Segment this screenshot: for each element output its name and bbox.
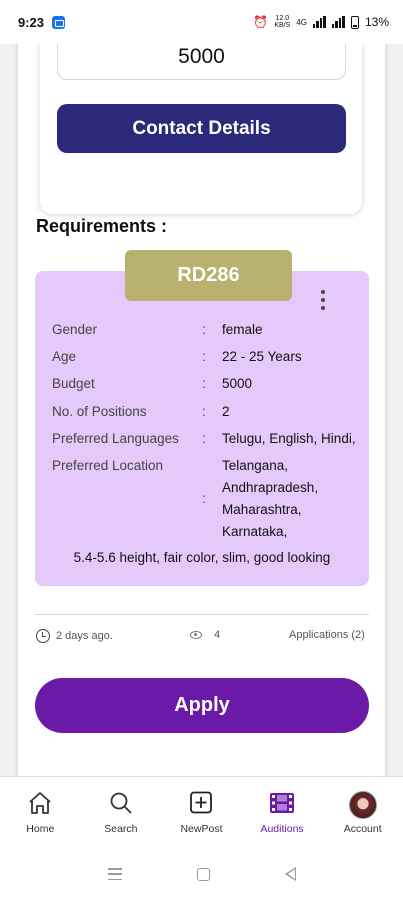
clock-icon xyxy=(36,629,50,643)
nav-search[interactable]: Search xyxy=(81,777,162,848)
requirement-key: Gender xyxy=(52,322,98,337)
home-button-icon[interactable] xyxy=(196,867,210,881)
requirement-value: Telugu, English, Hindi, xyxy=(222,431,356,446)
location-line: Karnataka, xyxy=(222,524,288,539)
applications-count[interactable]: Applications (2) xyxy=(289,629,365,641)
search-icon xyxy=(110,792,132,814)
nav-account[interactable]: Account xyxy=(322,777,403,848)
requirement-value: 5000 xyxy=(222,376,253,391)
requirement-key: Preferred Location xyxy=(52,458,164,473)
bottom-nav: Home Search NewPost Auditions Account xyxy=(0,776,403,848)
status-bar: 9:23 ⏰ 12.0 KB/S 4G 13% xyxy=(0,0,403,44)
app-notification-icon xyxy=(52,15,66,29)
location-line: Telangana, xyxy=(222,458,289,473)
nav-label: Auditions xyxy=(260,823,304,835)
budget-display: 5000 xyxy=(57,44,346,80)
location-line: Maharashtra, xyxy=(222,502,302,517)
nav-label: Search xyxy=(104,823,138,835)
status-icons: ⏰ 12.0 KB/S 4G 13% xyxy=(253,15,389,29)
audition-code-badge: RD286 xyxy=(125,250,292,301)
requirement-key: No. of Positions xyxy=(52,404,147,419)
battery-icon xyxy=(350,15,359,29)
add-box-icon xyxy=(190,791,213,814)
separator: : xyxy=(202,404,206,419)
divider xyxy=(35,614,369,615)
posted-text: 2 days ago. xyxy=(56,630,113,642)
nav-label: Account xyxy=(343,823,382,835)
requirement-key: Preferred Languages xyxy=(52,431,179,446)
more-options-icon[interactable] xyxy=(313,288,333,312)
battery-percent: 13% xyxy=(364,15,389,29)
separator: : xyxy=(202,491,206,506)
main-content[interactable]: 5000 Contact Details Requirements : RD28… xyxy=(0,44,403,776)
contact-details-button[interactable]: Contact Details xyxy=(57,104,346,153)
location-line: Andhrapradesh, xyxy=(222,480,319,495)
nav-label: Home xyxy=(26,823,55,835)
home-icon xyxy=(29,792,51,814)
back-icon[interactable] xyxy=(284,867,296,881)
avatar xyxy=(348,791,377,819)
eye-icon xyxy=(190,631,202,639)
requirement-value: 22 - 25 Years xyxy=(222,349,302,364)
requirements-heading: Requirements : xyxy=(36,216,168,236)
network-type: 4G xyxy=(296,17,307,27)
status-time: 9:23 xyxy=(18,14,45,30)
system-nav-bar xyxy=(0,848,403,900)
separator: : xyxy=(202,431,206,446)
signal-icon xyxy=(312,16,326,28)
posted-time: 2 days ago. xyxy=(36,629,113,643)
nav-label: NewPost xyxy=(180,823,223,835)
separator: : xyxy=(202,322,206,337)
requirement-key: Age xyxy=(52,349,77,364)
requirement-value: female xyxy=(222,322,263,337)
requirement-key: Budget xyxy=(52,376,95,391)
apply-button[interactable]: Apply xyxy=(35,678,369,733)
views-text: 4 xyxy=(214,629,221,641)
view-count: 4 xyxy=(190,629,220,641)
signal-icon-2 xyxy=(331,16,345,28)
network-speed: 12.0 KB/S xyxy=(274,15,291,29)
nav-newpost[interactable]: NewPost xyxy=(161,777,242,848)
separator: : xyxy=(202,349,206,364)
nav-auditions[interactable]: Auditions xyxy=(242,777,323,848)
alarm-icon: ⏰ xyxy=(253,15,269,29)
requirements-description: 5.4-5.6 height, fair color, slim, good l… xyxy=(73,550,331,565)
separator: : xyxy=(202,376,206,391)
requirement-value: 2 xyxy=(222,404,230,419)
film-icon xyxy=(270,793,295,813)
nav-home[interactable]: Home xyxy=(0,777,81,848)
recent-apps-icon[interactable] xyxy=(107,868,122,880)
applications-text[interactable]: Applications (2) xyxy=(289,629,365,641)
